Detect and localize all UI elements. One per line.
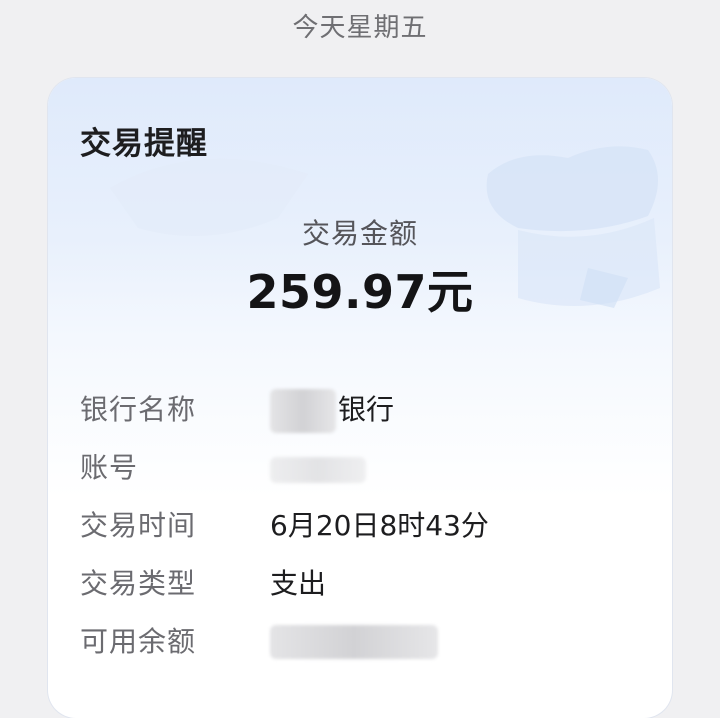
redacted-block <box>270 625 438 659</box>
detail-row-account: 账号 <box>80 446 650 496</box>
bank-name-suffix: 银行 <box>338 393 395 426</box>
detail-row-transaction-type: 交易类型 支出 <box>80 562 650 612</box>
redacted-block <box>270 389 336 433</box>
date-header: 今天星期五 <box>292 13 428 43</box>
detail-label: 交易时间 <box>80 509 197 542</box>
detail-value: 银行 <box>270 388 394 433</box>
detail-label: 可用余额 <box>80 625 197 658</box>
detail-value: 6月20日8时43分 <box>270 509 489 542</box>
detail-row-bank-name: 银行名称 银行 <box>80 388 650 438</box>
detail-label: 交易类型 <box>80 567 197 600</box>
detail-value <box>270 452 366 485</box>
detail-row-transaction-time: 交易时间 6月20日8时43分 <box>80 504 650 554</box>
amount-value: 259.97元 <box>246 265 474 319</box>
redacted-block <box>270 457 366 483</box>
transaction-alert-card[interactable]: 交易提醒 交易金额 259.97元 银行名称 银行 账号 交易时间 6月20日8… <box>48 78 672 718</box>
card-title: 交易提醒 <box>80 126 208 162</box>
detail-row-available-balance: 可用余额 <box>80 620 650 670</box>
detail-value: 支出 <box>270 567 327 600</box>
detail-label: 账号 <box>80 451 139 484</box>
detail-label: 银行名称 <box>80 393 197 426</box>
amount-label: 交易金额 <box>301 217 418 250</box>
detail-value <box>270 624 438 659</box>
